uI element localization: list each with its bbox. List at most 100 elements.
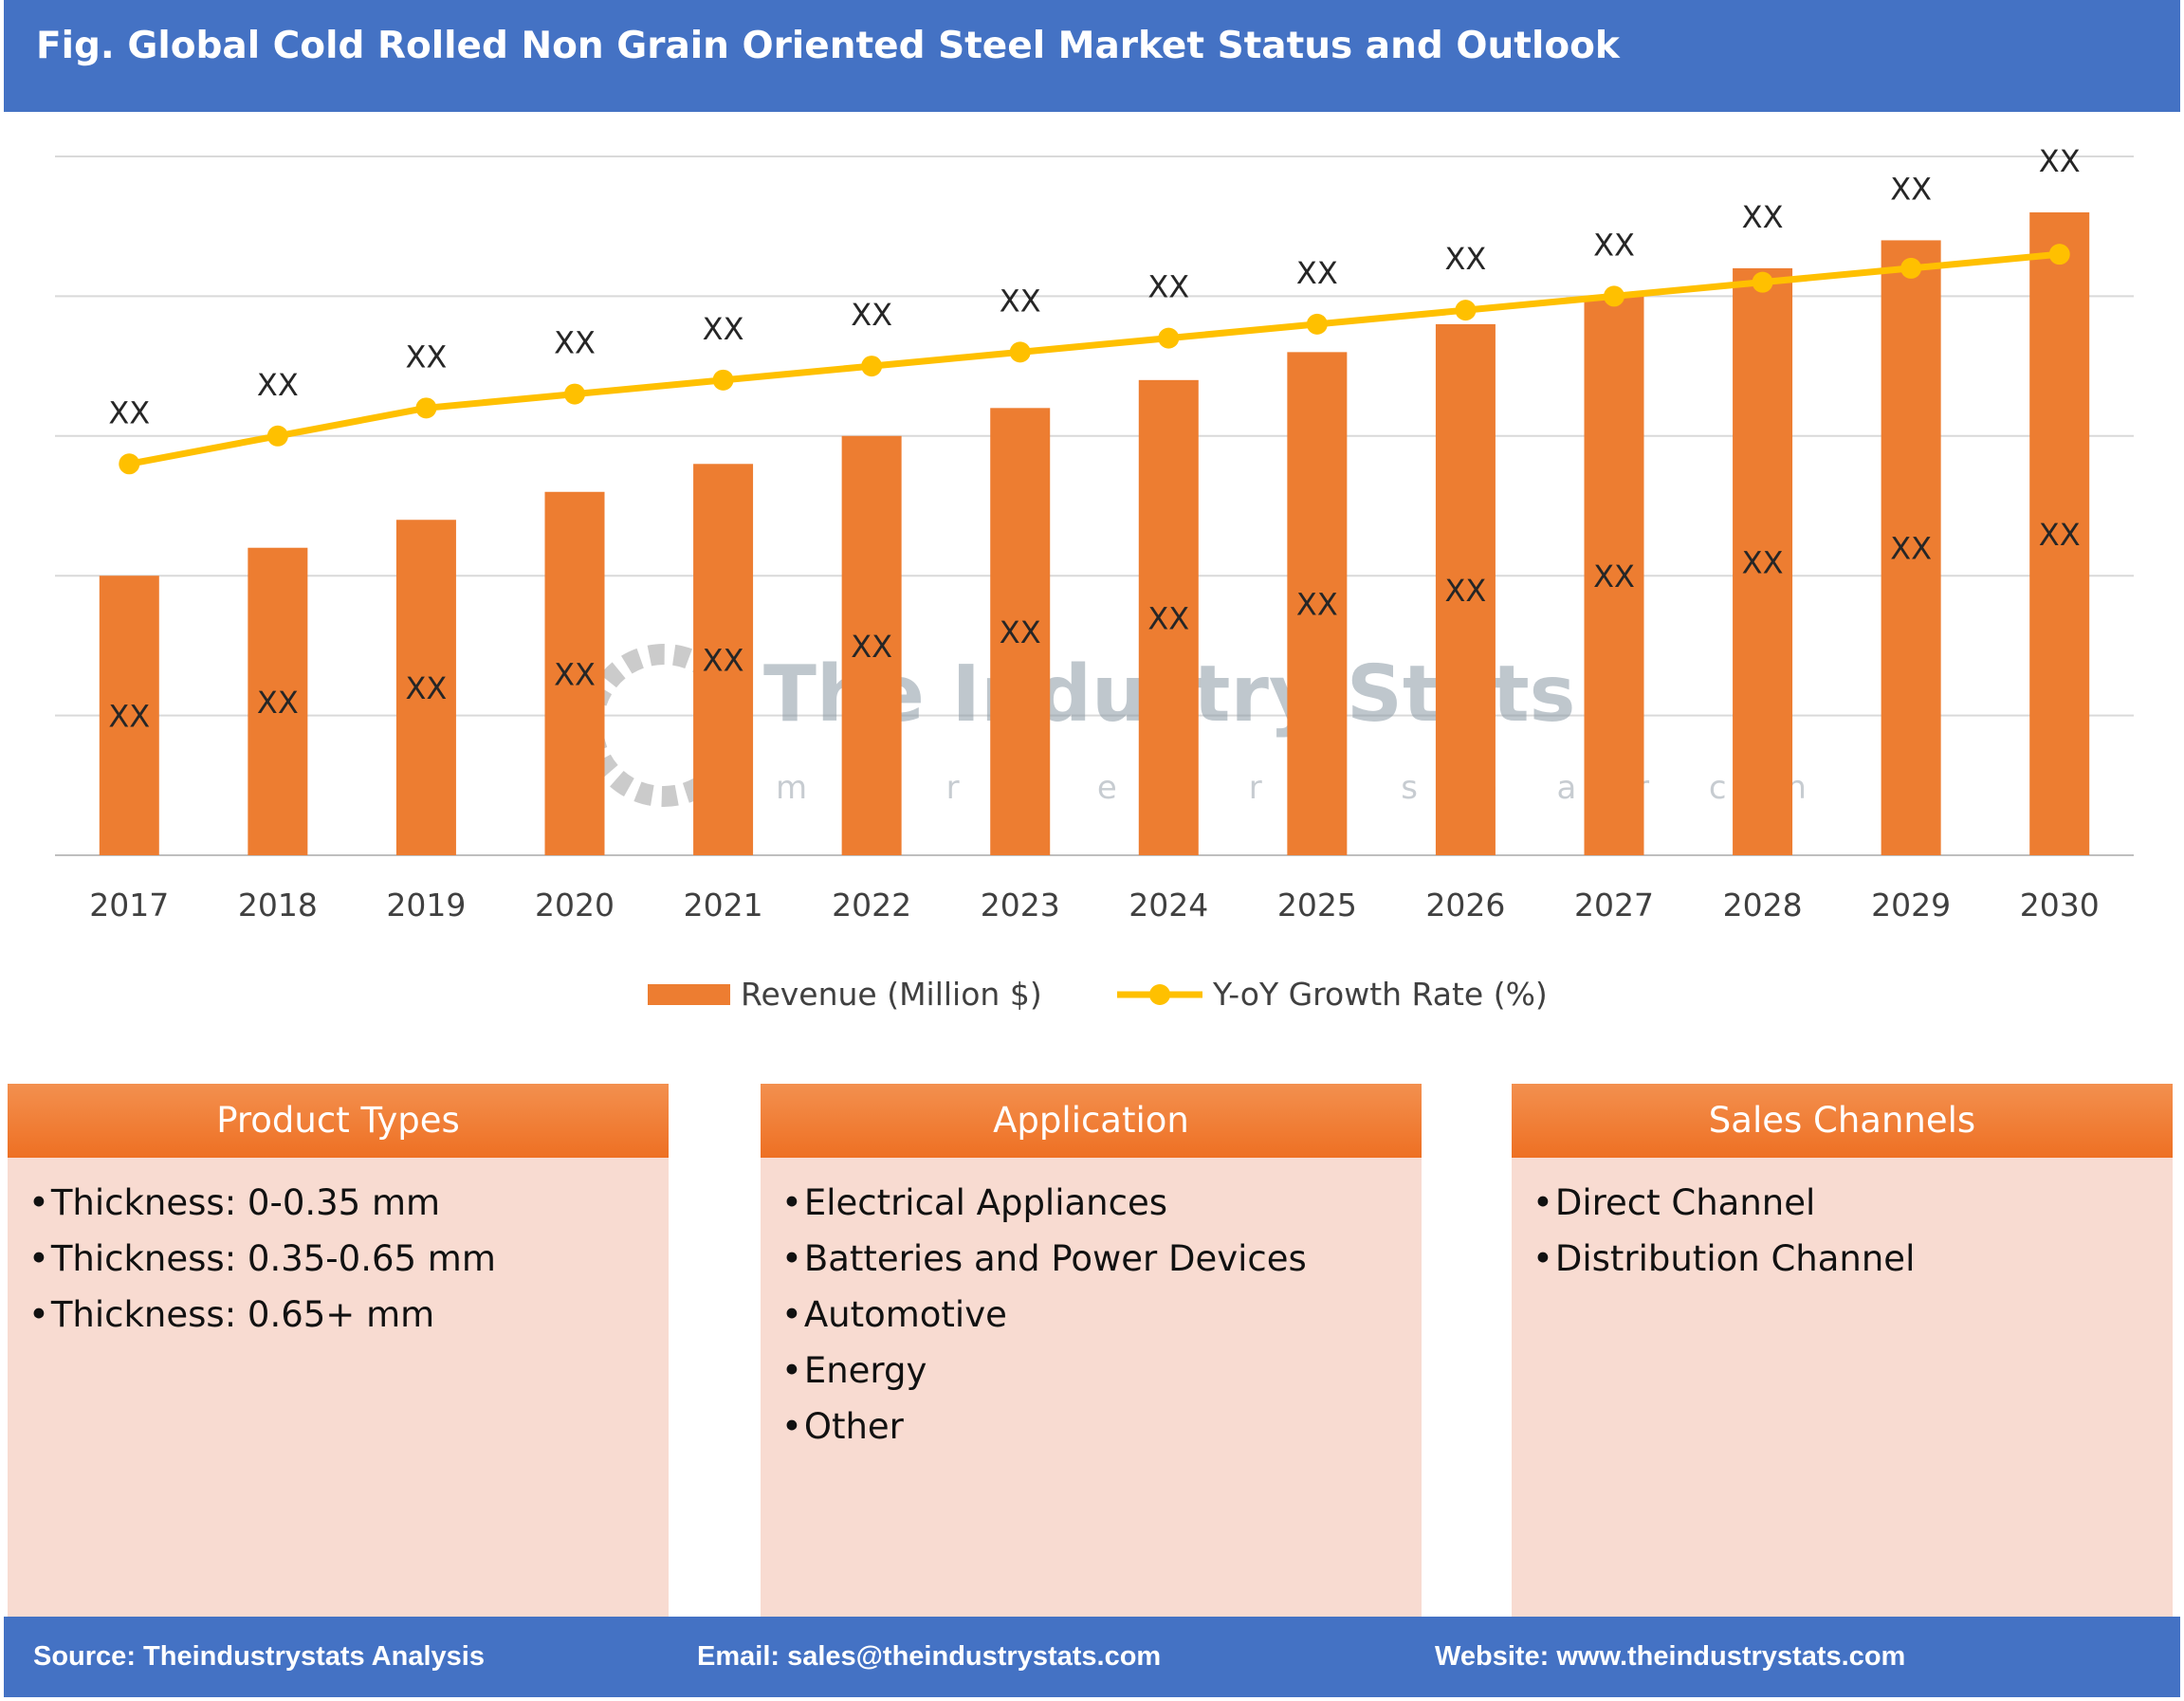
chart-title: Fig. Global Cold Rolled Non Grain Orient… bbox=[4, 0, 2180, 112]
line-data-label: XX bbox=[108, 394, 150, 430]
watermark: The Industry Statsm a r k e t r e s e a … bbox=[582, 644, 1807, 807]
footer: Source: Theindustrystats Analysis Email:… bbox=[4, 1617, 2180, 1697]
x-tick-label: 2026 bbox=[1425, 887, 1505, 924]
line-data-label: XX bbox=[2039, 143, 2081, 179]
legend-revenue-label: Revenue (Million $) bbox=[741, 976, 1042, 1013]
line-data-label: XX bbox=[1593, 227, 1635, 263]
footer-source: Source: Theindustrystats Analysis bbox=[33, 1641, 485, 1672]
growth-rate-point bbox=[1455, 300, 1477, 321]
growth-rate-point bbox=[1604, 285, 1624, 307]
legend-growth-swatch-marker bbox=[1149, 984, 1170, 1005]
bar-data-label: XX bbox=[1593, 558, 1635, 594]
sales-channels-card: Sales Channels •Direct Channel •Distribu… bbox=[1512, 1084, 2173, 1617]
line-data-label: XX bbox=[1000, 283, 1041, 319]
growth-rate-point bbox=[1009, 341, 1031, 363]
growth-rate-point bbox=[1306, 313, 1328, 335]
line-data-label: XX bbox=[1147, 269, 1189, 305]
legend-revenue-swatch bbox=[648, 984, 730, 1005]
growth-rate-point bbox=[2048, 244, 2070, 265]
legend-growth-label: Y-oY Growth Rate (%) bbox=[1212, 976, 1548, 1013]
x-tick-label: 2024 bbox=[1129, 887, 1208, 924]
product-types-list: •Thickness: 0-0.35 mm •Thickness: 0.35-0… bbox=[8, 1158, 669, 1343]
x-tick-label: 2028 bbox=[1723, 887, 1803, 924]
list-item-label: Distribution Channel bbox=[1554, 1238, 1916, 1279]
bar-data-label: XX bbox=[1000, 614, 1041, 650]
list-item-label: Batteries and Power Devices bbox=[803, 1238, 1307, 1279]
bullet: • bbox=[781, 1182, 802, 1223]
list-item-label: Thickness: 0.35-0.65 mm bbox=[50, 1238, 496, 1279]
x-tick-label: 2019 bbox=[386, 887, 466, 924]
list-item: •Energy bbox=[781, 1343, 1422, 1399]
line-data-label: XX bbox=[1445, 241, 1487, 277]
list-item-label: Other bbox=[803, 1406, 904, 1447]
x-tick-label: 2022 bbox=[832, 887, 911, 924]
list-item: •Thickness: 0-0.35 mm bbox=[28, 1175, 669, 1231]
list-item-label: Electrical Appliances bbox=[803, 1182, 1167, 1223]
x-tick-label: 2030 bbox=[2020, 887, 2100, 924]
line-data-label: XX bbox=[406, 338, 448, 375]
bullet: • bbox=[28, 1238, 49, 1279]
growth-rate-point bbox=[1158, 327, 1180, 349]
list-item: •Direct Channel bbox=[1532, 1175, 2173, 1231]
application-card: Application •Electrical Appliances •Batt… bbox=[761, 1084, 1422, 1617]
footer-email[interactable]: Email: sales@theindustrystats.com bbox=[697, 1617, 1161, 1697]
bar-data-label: XX bbox=[554, 656, 596, 692]
bullet: • bbox=[1532, 1238, 1553, 1279]
bar-data-label: XX bbox=[108, 699, 150, 735]
line-data-label: XX bbox=[554, 325, 596, 361]
x-tick-label: 2029 bbox=[1871, 887, 1951, 924]
list-item: •Electrical Appliances bbox=[781, 1175, 1422, 1231]
bar-data-label: XX bbox=[406, 670, 448, 706]
bar-data-label: XX bbox=[703, 643, 744, 679]
list-item-label: Automotive bbox=[803, 1294, 1007, 1335]
list-item-label: Thickness: 0-0.35 mm bbox=[50, 1182, 441, 1223]
chart: The Industry Statsm a r k e t r e s e a … bbox=[55, 143, 2134, 1013]
bullet: • bbox=[781, 1294, 802, 1335]
bullet: • bbox=[28, 1294, 49, 1335]
x-tick-label: 2027 bbox=[1574, 887, 1654, 924]
growth-rate-point bbox=[712, 369, 734, 391]
line-data-label: XX bbox=[1742, 199, 1784, 235]
bar-data-label: XX bbox=[1742, 544, 1784, 580]
product-types-card: Product Types •Thickness: 0-0.35 mm •Thi… bbox=[8, 1084, 669, 1617]
bullet: • bbox=[781, 1350, 802, 1391]
line-data-label: XX bbox=[851, 297, 892, 333]
bar-data-label: XX bbox=[1147, 600, 1189, 636]
list-item: •Thickness: 0.65+ mm bbox=[28, 1287, 669, 1343]
list-item-label: Direct Channel bbox=[1554, 1182, 1816, 1223]
bullet: • bbox=[781, 1238, 802, 1279]
growth-rate-point bbox=[266, 425, 288, 447]
growth-rate-point bbox=[415, 397, 437, 419]
list-item: •Thickness: 0.35-0.65 mm bbox=[28, 1231, 669, 1287]
bar-data-label: XX bbox=[851, 629, 892, 665]
bar-data-label: XX bbox=[257, 685, 299, 721]
list-item: •Batteries and Power Devices bbox=[781, 1231, 1422, 1287]
growth-rate-point bbox=[564, 383, 585, 405]
growth-rate-point bbox=[1900, 257, 1922, 279]
x-tick-label: 2018 bbox=[238, 887, 318, 924]
line-data-label: XX bbox=[1296, 255, 1338, 291]
list-item: •Other bbox=[781, 1399, 1422, 1454]
x-tick-label: 2023 bbox=[981, 887, 1060, 924]
sales-channels-header: Sales Channels bbox=[1512, 1084, 2173, 1158]
x-tick-label: 2025 bbox=[1277, 887, 1357, 924]
bar-data-label: XX bbox=[2039, 517, 2081, 553]
growth-rate-point bbox=[119, 453, 140, 475]
growth-rate-point bbox=[1752, 271, 1773, 293]
list-item: •Automotive bbox=[781, 1287, 1422, 1343]
growth-rate-point bbox=[861, 356, 883, 377]
x-tick-label: 2017 bbox=[89, 887, 169, 924]
application-list: •Electrical Appliances •Batteries and Po… bbox=[761, 1158, 1422, 1454]
list-item-label: Thickness: 0.65+ mm bbox=[50, 1294, 435, 1335]
x-tick-label: 2021 bbox=[684, 887, 763, 924]
list-item: •Distribution Channel bbox=[1532, 1231, 2173, 1287]
line-data-label: XX bbox=[257, 367, 299, 403]
bullet: • bbox=[1532, 1182, 1553, 1223]
bar-data-label: XX bbox=[1890, 531, 1932, 567]
list-item-label: Energy bbox=[803, 1350, 927, 1391]
bar-data-label: XX bbox=[1445, 573, 1487, 609]
bar-data-label: XX bbox=[1296, 587, 1338, 623]
product-types-header: Product Types bbox=[8, 1084, 669, 1158]
bullet: • bbox=[781, 1406, 802, 1447]
footer-website[interactable]: Website: www.theindustrystats.com bbox=[1435, 1617, 1905, 1697]
